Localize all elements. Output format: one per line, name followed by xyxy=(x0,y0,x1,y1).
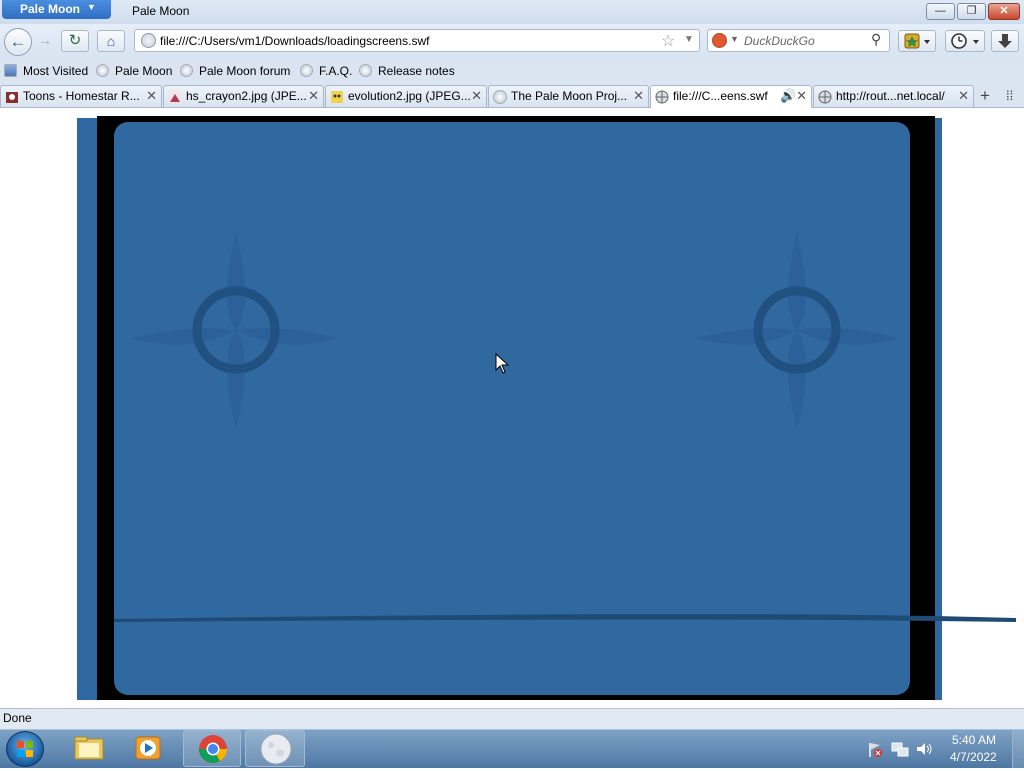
media-player-icon xyxy=(135,736,161,760)
maximize-button[interactable]: ❐ xyxy=(957,3,986,20)
home-button[interactable]: ⌂ xyxy=(97,30,125,52)
search-bar[interactable]: ▼ DuckDuckGo ⚲ xyxy=(707,29,890,52)
bookmark-label: Release notes xyxy=(378,64,455,78)
mouse-cursor-icon xyxy=(495,353,510,374)
show-desktop-button[interactable] xyxy=(1012,730,1024,768)
tab-label: The Pale Moon Proj... xyxy=(511,89,628,103)
tab-router-local[interactable]: http://rout...net.local/ ✕ xyxy=(813,85,974,107)
bookmark-label: Most Visited xyxy=(23,64,89,78)
close-button[interactable]: ✕ xyxy=(988,3,1020,20)
taskbar-pale-moon[interactable] xyxy=(245,730,305,767)
pale-moon-icon xyxy=(96,64,109,77)
start-button[interactable] xyxy=(6,731,44,767)
bookmark-label: Pale Moon forum xyxy=(199,64,291,78)
tab-label: http://rout...net.local/ xyxy=(836,89,945,103)
reload-button[interactable]: ↻ xyxy=(61,30,89,52)
tab-label: file:///C...eens.swf xyxy=(673,89,768,103)
history-button[interactable] xyxy=(945,30,985,52)
tab-toons-homestar[interactable]: Toons - Homestar R... ✕ xyxy=(0,85,162,107)
url-text[interactable]: file:///C:/Users/vm1/Downloads/loadingsc… xyxy=(160,34,429,48)
folder-icon xyxy=(74,736,104,760)
app-menu-button[interactable]: Pale Moon ▼ xyxy=(2,0,111,19)
bookmarks-menu-button[interactable] xyxy=(898,30,936,52)
action-center-flag-icon[interactable] xyxy=(866,741,884,759)
minimize-button[interactable]: — xyxy=(926,3,955,20)
duckduckgo-icon[interactable] xyxy=(712,33,727,48)
home-icon: ⌂ xyxy=(106,33,116,49)
pale-moon-icon xyxy=(300,64,313,77)
tab-close-icon[interactable]: ✕ xyxy=(958,88,969,104)
volume-icon[interactable] xyxy=(914,740,934,758)
network-icon[interactable] xyxy=(890,740,910,758)
chrome-icon xyxy=(199,735,227,763)
tab-evolution2[interactable]: evolution2.jpg (JPEG... ✕ xyxy=(325,85,487,107)
bookmark-pale-moon-forum[interactable]: Pale Moon forum xyxy=(180,64,290,78)
bookmark-release-notes[interactable]: Release notes xyxy=(359,64,455,78)
tab-label: evolution2.jpg (JPEG... xyxy=(348,89,471,103)
bookmark-star-icon[interactable]: ☆ xyxy=(661,31,675,51)
url-bar[interactable]: file:///C:/Users/vm1/Downloads/loadingsc… xyxy=(134,29,700,52)
windows-logo-icon xyxy=(17,741,33,757)
clock-icon xyxy=(951,33,979,49)
app-menu-label: Pale Moon xyxy=(20,2,81,16)
window-title: Pale Moon xyxy=(132,4,190,18)
bookmark-pale-moon[interactable]: Pale Moon xyxy=(96,64,172,78)
pale-moon-icon xyxy=(260,733,292,765)
downloads-button[interactable] xyxy=(991,30,1019,52)
image-thumbnail-icon xyxy=(331,91,343,103)
back-button[interactable]: ← xyxy=(4,28,32,56)
taskbar-explorer[interactable] xyxy=(65,730,113,767)
clock-time[interactable]: 5:40 AM xyxy=(952,733,996,747)
status-text: Done xyxy=(3,711,32,725)
bookmarks-star-icon xyxy=(904,33,930,49)
download-arrow-icon xyxy=(998,34,1012,48)
taskbar-media-player[interactable] xyxy=(124,730,172,767)
chevron-down-icon: ▼ xyxy=(87,2,96,12)
tab-close-icon[interactable]: ✕ xyxy=(796,88,807,104)
tab-close-icon[interactable]: ✕ xyxy=(633,88,644,104)
tab-close-icon[interactable]: ✕ xyxy=(471,88,482,104)
new-tab-plus-icon[interactable]: + xyxy=(980,86,990,106)
clock-date[interactable]: 4/7/2022 xyxy=(950,750,997,764)
homestar-favicon-icon xyxy=(6,92,18,103)
search-icon[interactable]: ⚲ xyxy=(871,31,881,48)
pale-moon-icon xyxy=(180,64,193,77)
flash-stage[interactable] xyxy=(114,122,910,695)
search-engine-dropdown-icon[interactable]: ▼ xyxy=(730,34,739,44)
tab-close-icon[interactable]: ✕ xyxy=(308,88,319,104)
reload-icon: ↻ xyxy=(68,32,82,49)
back-arrow-icon: ← xyxy=(9,32,27,51)
bookmark-label: F.A.Q. xyxy=(319,64,353,78)
tab-loadingscreens-swf[interactable]: file:///C...eens.swf 🔊 ✕ xyxy=(650,85,812,108)
bookmark-faq[interactable]: F.A.Q. xyxy=(300,64,352,78)
speaker-icon[interactable]: 🔊 xyxy=(780,88,796,104)
pale-moon-icon xyxy=(359,64,372,77)
pale-moon-icon xyxy=(493,90,507,104)
status-bar xyxy=(0,708,1024,729)
forward-arrow-icon: → xyxy=(38,32,52,48)
url-dropdown-icon[interactable]: ▼ xyxy=(684,34,694,45)
most-visited-icon xyxy=(4,64,17,77)
tab-label: Toons - Homestar R... xyxy=(23,89,140,103)
tab-close-icon[interactable]: ✕ xyxy=(146,88,157,104)
search-input[interactable]: DuckDuckGo xyxy=(744,34,815,48)
taskbar-chrome[interactable] xyxy=(183,730,241,767)
globe-icon xyxy=(655,90,669,104)
image-thumbnail-icon xyxy=(169,91,181,103)
page-globe-icon xyxy=(141,33,156,48)
bookmark-label: Pale Moon xyxy=(115,64,173,78)
list-all-tabs-icon[interactable]: ⁞⁞ xyxy=(1006,88,1013,103)
tab-hs-crayon2[interactable]: hs_crayon2.jpg (JPE... ✕ xyxy=(163,85,324,107)
tab-pale-moon-project[interactable]: The Pale Moon Proj... ✕ xyxy=(488,85,649,107)
globe-icon xyxy=(818,90,832,104)
bookmark-most-visited[interactable]: Most Visited xyxy=(4,64,88,78)
tab-label: hs_crayon2.jpg (JPE... xyxy=(186,89,307,103)
forward-button[interactable]: → xyxy=(34,31,56,51)
